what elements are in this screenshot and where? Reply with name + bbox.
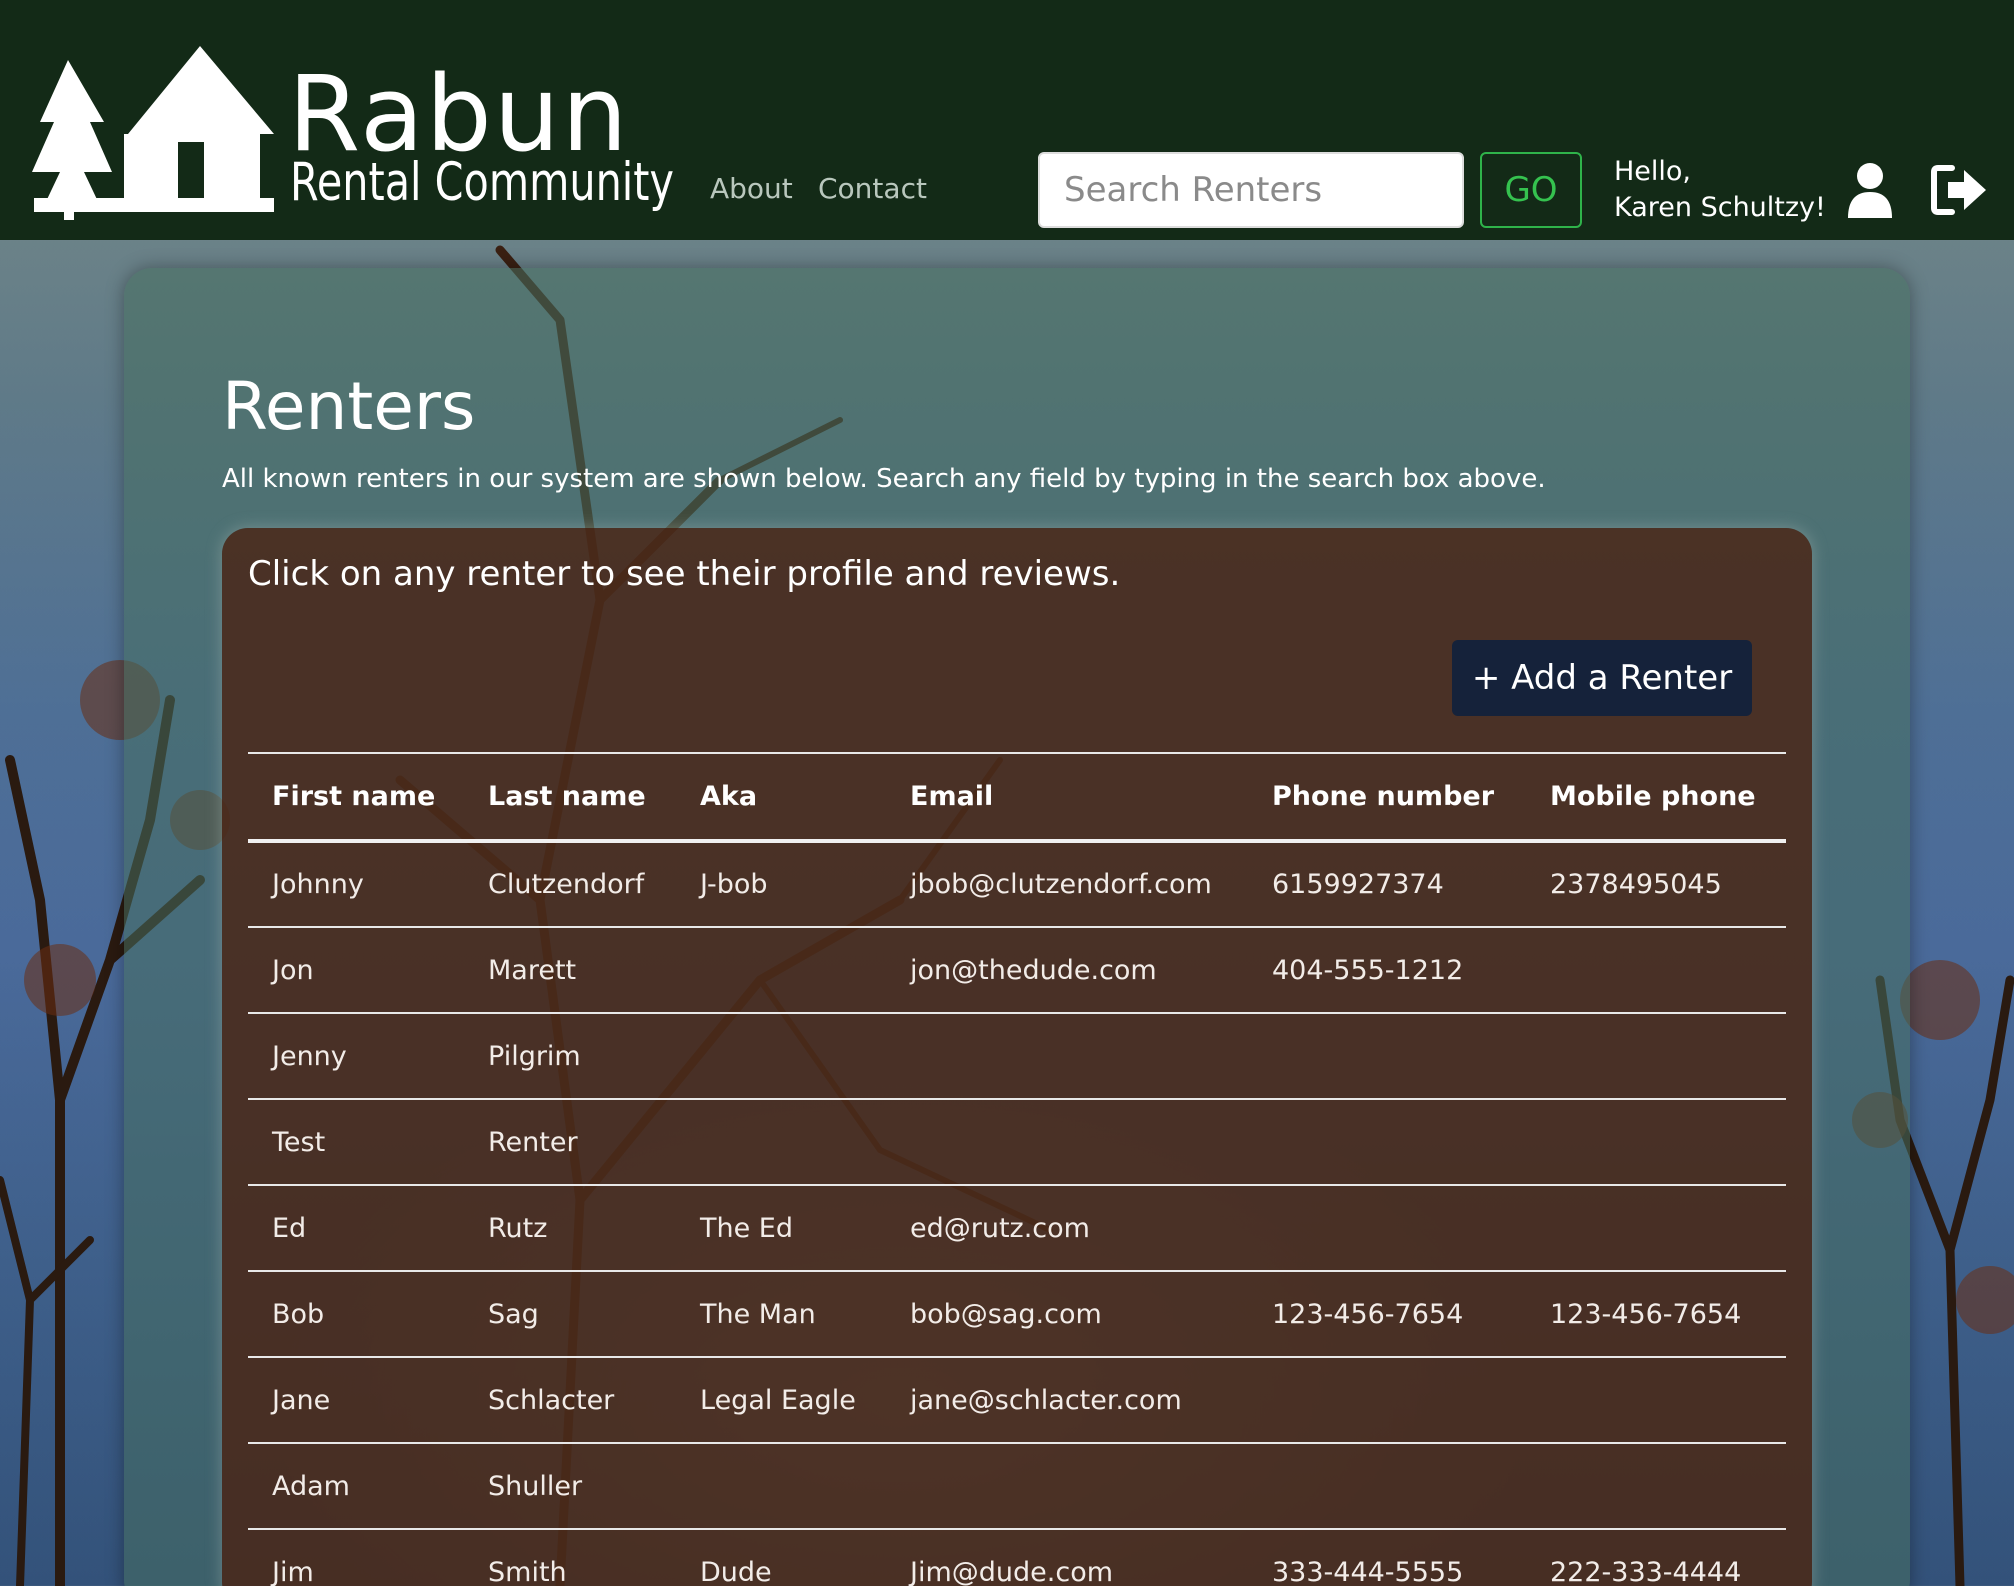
cell-last-name: Shuller xyxy=(488,1470,583,1502)
cell-first-name: Jim xyxy=(272,1556,314,1586)
cell-mobile-phone xyxy=(1526,1099,1786,1185)
logo-subtitle: Rental Community xyxy=(290,152,674,213)
cell-phone-number xyxy=(1248,1357,1526,1443)
cell-mobile-phone xyxy=(1526,927,1786,1013)
cell-last-name: Renter xyxy=(488,1126,578,1158)
cell-mobile-phone xyxy=(1526,1185,1786,1271)
cell-aka: The Ed xyxy=(700,1212,793,1244)
cell-first-name: Adam xyxy=(272,1470,350,1502)
cell-phone-number xyxy=(1248,1443,1526,1529)
cell-aka xyxy=(676,1099,886,1185)
cell-last-name: Sag xyxy=(488,1298,539,1330)
cell-last-name: Clutzendorf xyxy=(488,869,645,900)
cell-mobile-phone xyxy=(1526,1013,1786,1099)
cell-phone-number: 123-456-7654 xyxy=(1272,1298,1464,1330)
table-row[interactable]: Adam Shuller xyxy=(248,1443,1786,1529)
site-logo[interactable]: Rabun Rental Community xyxy=(28,44,674,220)
table-row[interactable]: Jane Schlacter Legal Eagle jane@schlacter.c… xyxy=(248,1357,1786,1443)
table-row[interactable]: Johnny Clutzendorf J-bob jbob@clutzendorf.c… xyxy=(248,841,1786,927)
cell-phone-number: 333-444-5555 xyxy=(1272,1556,1464,1586)
table-row[interactable]: Jon Marett jon@thedude.com 404-555-1212 xyxy=(248,927,1786,1013)
go-button[interactable]: GO xyxy=(1480,152,1582,228)
user-icon[interactable] xyxy=(1846,162,1894,218)
cell-first-name: Ed xyxy=(272,1212,307,1244)
cell-aka: The Man xyxy=(700,1298,816,1330)
table-row[interactable]: Test Renter xyxy=(248,1099,1786,1185)
cell-email xyxy=(886,1013,1248,1099)
cell-first-name: Jon xyxy=(272,954,314,986)
cell-aka xyxy=(676,927,886,1013)
column-header-phone-number[interactable]: Phone number xyxy=(1248,753,1526,841)
logo-title: Rabun xyxy=(288,53,630,175)
cell-mobile-phone xyxy=(1526,1443,1786,1529)
table-row[interactable]: Bob Sag The Man bob@sag.com 123-456-7654 123-… xyxy=(248,1271,1786,1357)
column-header-aka[interactable]: Aka xyxy=(676,753,886,841)
column-header-first-name[interactable]: First name xyxy=(248,753,464,841)
cell-first-name: Test xyxy=(272,1126,326,1158)
table-row[interactable]: Jenny Pilgrim xyxy=(248,1013,1786,1099)
top-navbar: Rabun Rental Community About Contact GO … xyxy=(0,0,2014,240)
cell-aka xyxy=(676,1013,886,1099)
page-title: Renters xyxy=(222,368,476,445)
cell-first-name: Bob xyxy=(272,1298,325,1330)
renters-table: First name Last name Aka Email Phone number M… xyxy=(248,752,1786,1586)
table-header-row: First name Last name Aka Email Phone number M… xyxy=(248,753,1786,841)
cell-mobile-phone xyxy=(1526,1357,1786,1443)
column-header-mobile-phone[interactable]: Mobile phone xyxy=(1526,753,1786,841)
table-row[interactable]: Ed Rutz The Ed ed@rutz.com xyxy=(248,1185,1786,1271)
nav-link-about[interactable]: About xyxy=(710,172,793,205)
cell-last-name: Smith xyxy=(488,1556,567,1586)
card-hint: Click on any renter to see their profile… xyxy=(248,554,1121,594)
cell-aka: Dude xyxy=(700,1556,772,1586)
search-input[interactable] xyxy=(1038,152,1464,228)
greeting-line-2: Karen Schultzy! xyxy=(1614,192,1826,223)
cell-email xyxy=(886,1099,1248,1185)
trees-and-house-icon xyxy=(32,46,274,220)
cell-aka xyxy=(676,1443,886,1529)
cell-mobile-phone: 2378495045 xyxy=(1550,869,1722,900)
table-row[interactable]: Jim Smith Dude Jim@dude.com 333-444-5555 222-… xyxy=(248,1529,1786,1586)
page-description: All known renters in our system are show… xyxy=(222,464,1546,494)
cell-phone-number: 6159927374 xyxy=(1272,869,1444,900)
cell-last-name: Marett xyxy=(488,954,577,986)
logout-icon[interactable] xyxy=(1930,164,1988,216)
cell-last-name: Rutz xyxy=(488,1212,548,1244)
cell-email xyxy=(886,1443,1248,1529)
cell-email: Jim@dude.com xyxy=(910,1556,1114,1586)
cell-phone-number xyxy=(1248,1185,1526,1271)
cell-email: jon@thedude.com xyxy=(910,954,1157,986)
cell-first-name: Jane xyxy=(272,1384,331,1416)
cell-aka: J-bob xyxy=(700,869,768,900)
cell-email: bob@sag.com xyxy=(910,1298,1102,1330)
cell-mobile-phone: 222-333-4444 xyxy=(1550,1556,1742,1586)
cell-email: jane@schlacter.com xyxy=(910,1384,1182,1416)
cell-first-name: Jenny xyxy=(272,1040,347,1072)
cell-phone-number xyxy=(1248,1099,1526,1185)
cell-email: ed@rutz.com xyxy=(910,1212,1090,1244)
cell-last-name: Schlacter xyxy=(488,1384,615,1416)
cell-phone-number xyxy=(1248,1013,1526,1099)
cell-mobile-phone: 123-456-7654 xyxy=(1550,1298,1742,1330)
column-header-last-name[interactable]: Last name xyxy=(464,753,676,841)
nav-link-contact[interactable]: Contact xyxy=(818,172,927,205)
cell-aka: Legal Eagle xyxy=(700,1384,856,1416)
column-header-email[interactable]: Email xyxy=(886,753,1248,841)
cell-email: jbob@clutzendorf.com xyxy=(910,869,1212,900)
greeting-line-1: Hello, xyxy=(1614,156,1692,187)
cell-phone-number: 404-555-1212 xyxy=(1272,954,1464,986)
cell-first-name: Johnny xyxy=(272,869,364,900)
cell-last-name: Pilgrim xyxy=(488,1040,581,1072)
user-greeting: Hello, Karen Schultzy! xyxy=(1614,154,1826,226)
add-renter-button[interactable]: + Add a Renter xyxy=(1452,640,1752,716)
